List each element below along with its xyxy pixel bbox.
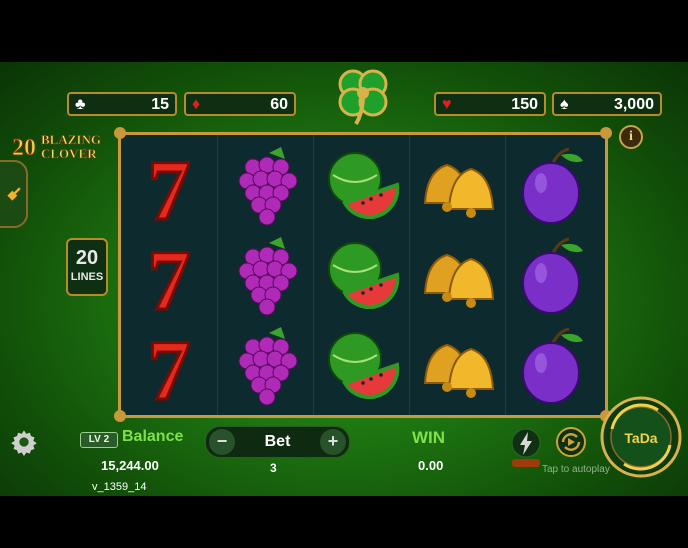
grapes-symbol-icon — [238, 237, 298, 316]
clover-emblem-icon — [338, 69, 388, 126]
bet-decrease-button[interactable]: − — [209, 429, 235, 455]
diamond-jackpot-counter: ♦ 60 — [184, 92, 296, 116]
frame-corner-ornament-icon — [600, 127, 612, 139]
lines-badge: 20 LINES — [66, 238, 108, 296]
plum-symbol-icon — [522, 147, 583, 224]
win-value: 0.00 — [418, 458, 444, 473]
spade-counter-value: 3,000 — [613, 96, 654, 113]
seven-symbol-icon: 7 — [146, 325, 192, 409]
reel-divider — [217, 135, 218, 415]
hand-icon — [7, 187, 21, 201]
turbo-button[interactable] — [510, 428, 542, 468]
seven-symbol-icon: 7 — [146, 145, 192, 229]
side-menu-tab[interactable] — [0, 160, 28, 228]
bet-value: 3 — [270, 461, 277, 475]
spin-button[interactable]: TaDa — [600, 396, 682, 478]
diamond-icon: ♦ — [192, 96, 201, 113]
bells-symbol-icon — [423, 163, 495, 218]
balance-value: 15,244.00 — [101, 458, 159, 473]
logo-number: 20 — [12, 135, 36, 161]
watermelon-symbol-icon — [328, 152, 400, 220]
reel-grid: 777 — [118, 132, 608, 418]
club-counter-value: 15 — [151, 96, 169, 113]
win-label: WIN — [412, 428, 446, 447]
svg-text:7: 7 — [148, 145, 191, 229]
plum-symbol-icon — [522, 237, 583, 314]
plum-symbol-icon — [522, 327, 583, 404]
balance-label: Balance — [122, 428, 184, 445]
frame-corner-ornament-icon — [114, 127, 126, 139]
bells-symbol-icon — [423, 253, 495, 308]
lines-label: LINES — [70, 271, 104, 283]
reel-divider — [409, 135, 410, 415]
diamond-counter-value: 60 — [270, 96, 288, 113]
svg-text:7: 7 — [148, 235, 191, 319]
version-label: v_1359_14 — [92, 481, 147, 493]
bet-increase-button[interactable]: + — [320, 429, 346, 455]
blazing-clover-logo: 20 BLAZING CLOVER — [12, 132, 101, 161]
spade-jackpot-counter: ♠ 3,000 — [552, 92, 662, 116]
grapes-symbol-icon — [238, 327, 298, 406]
autoplay-button[interactable] — [555, 426, 587, 458]
heart-counter-value: 150 — [511, 96, 538, 113]
spin-label: TaDa — [624, 430, 657, 446]
watermelon-symbol-icon — [328, 242, 400, 310]
grapes-symbol-icon — [238, 147, 298, 226]
spade-icon: ♠ — [560, 96, 569, 113]
logo-line2: CLOVER — [41, 146, 97, 161]
heart-icon: ♥ — [442, 96, 452, 113]
info-button[interactable]: i — [619, 125, 643, 149]
reel-divider — [313, 135, 314, 415]
svg-text:7: 7 — [148, 325, 191, 409]
club-jackpot-counter: ♣ 15 — [67, 92, 177, 116]
bells-symbol-icon — [423, 343, 495, 398]
seven-symbol-icon: 7 — [146, 235, 192, 319]
settings-gear-icon[interactable] — [10, 428, 38, 456]
game-screen: ♣ 15 ♦ 60 ♥ 150 ♠ 3,000 20 BLAZING CLOVE… — [0, 62, 688, 496]
bet-control: − Bet + — [205, 426, 350, 458]
watermelon-symbol-icon — [328, 332, 400, 400]
reel-divider — [505, 135, 506, 415]
lines-number: 20 — [75, 247, 99, 269]
bet-label: Bet — [264, 433, 291, 450]
club-icon: ♣ — [75, 96, 86, 113]
level-badge: LV 2 — [80, 432, 118, 448]
logo-line1: BLAZING — [41, 132, 101, 147]
heart-jackpot-counter: ♥ 150 — [434, 92, 546, 116]
frame-corner-ornament-icon — [114, 410, 126, 422]
